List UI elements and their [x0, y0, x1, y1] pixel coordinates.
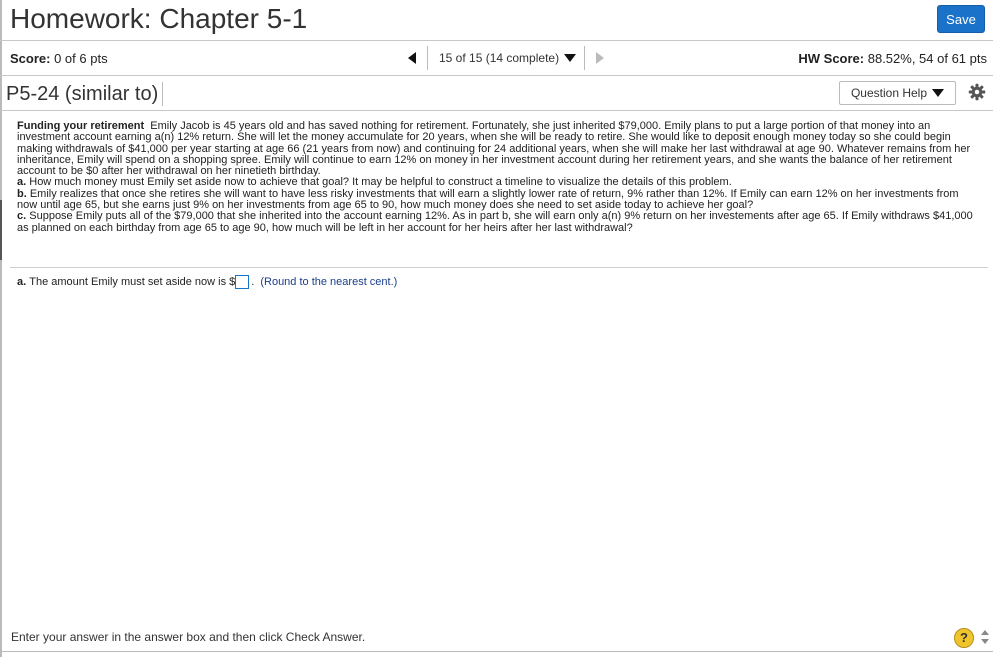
- triangle-right-icon: [596, 52, 605, 64]
- question-navigator: 15 of 15 (14 complete): [397, 46, 615, 70]
- footer-divider: [0, 651, 993, 652]
- question-id: P5-24 (similar to): [6, 82, 164, 106]
- footer-scroll-arrows[interactable]: [980, 628, 990, 648]
- question-bar: P5-24 (similar to) Question Help: [0, 76, 993, 111]
- question-help-button[interactable]: Question Help: [839, 81, 956, 105]
- triangle-down-icon: [564, 54, 577, 62]
- save-button[interactable]: Save: [937, 5, 985, 33]
- hw-score-display: HW Score: 88.52%, 54 of 61 pts: [798, 51, 987, 66]
- chevron-down-icon: [981, 639, 989, 644]
- score-value: 0 of 6 pts: [54, 51, 108, 66]
- score-bar: Score: 0 of 6 pts 15 of 15 (14 complete)…: [0, 41, 993, 76]
- footer-instruction: Enter your answer in the answer box and …: [11, 630, 366, 644]
- hw-score-label: HW Score:: [798, 51, 865, 66]
- page-title: Homework: Chapter 5-1: [10, 3, 308, 34]
- answer-period: .: [251, 276, 255, 288]
- hw-score-value: 88.52%, 54 of 61 pts: [867, 51, 987, 66]
- answer-input-box[interactable]: [235, 275, 250, 289]
- problem-heading: Funding your retirement: [17, 120, 145, 132]
- section-divider: [10, 267, 988, 268]
- problem-part-b: b. Emily realizes that once she retires …: [17, 187, 979, 212]
- triangle-left-icon: [408, 52, 416, 64]
- chevron-up-icon: [981, 630, 989, 635]
- part-a-text: How much money must Emily set aside now …: [29, 176, 732, 189]
- problem-intro-paragraph: Funding your retirement Emily Jacob is 4…: [17, 120, 979, 178]
- triangle-down-icon: [932, 89, 945, 97]
- problem-statement: Funding your retirement Emily Jacob is 4…: [17, 120, 979, 234]
- answer-part-label: a.: [17, 276, 27, 288]
- gear-icon[interactable]: [968, 83, 986, 101]
- question-circle-icon[interactable]: ?: [954, 628, 974, 648]
- problem-intro: Emily Jacob is 45 years old and has save…: [17, 120, 971, 178]
- part-c-text: Suppose Emily puts all of the $79,000 th…: [17, 210, 973, 234]
- question-help-label: Question Help: [850, 86, 928, 100]
- part-b-label: b.: [17, 187, 27, 200]
- header-bar: Homework: Chapter 5-1 Save: [0, 0, 993, 41]
- score-label: Score:: [10, 51, 51, 66]
- homework-page: Homework: Chapter 5-1 Save Score: 0 of 6…: [0, 0, 993, 657]
- answer-row: a. The amount Emily must set aside now i…: [17, 275, 397, 289]
- answer-prompt: The amount Emily must set aside now is $: [29, 276, 236, 288]
- part-c-label: c.: [17, 210, 27, 223]
- left-border-accent: [0, 200, 2, 260]
- problem-part-c: c. Suppose Emily puts all of the $79,000…: [17, 211, 979, 234]
- next-question-button[interactable]: [585, 46, 615, 70]
- question-position-text: 15 of 15 (14 complete): [439, 51, 560, 65]
- part-a-label: a.: [17, 176, 27, 189]
- previous-question-button[interactable]: [397, 46, 428, 70]
- question-select-dropdown[interactable]: 15 of 15 (14 complete): [428, 46, 586, 70]
- part-b-text: Emily realizes that once she retires she…: [17, 187, 959, 212]
- score-display: Score: 0 of 6 pts: [10, 51, 108, 66]
- rounding-note: (Round to the nearest cent.): [260, 276, 398, 288]
